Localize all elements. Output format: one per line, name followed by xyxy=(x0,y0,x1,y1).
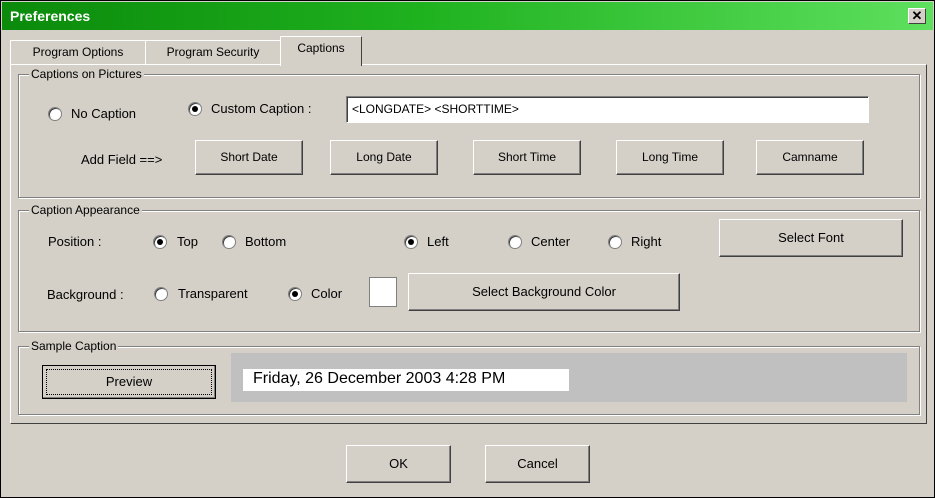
add-field-label: Add Field ==> xyxy=(81,152,163,167)
cancel-button[interactable]: Cancel xyxy=(485,445,590,483)
background-transparent-radio[interactable] xyxy=(154,287,168,301)
group-label-sample-caption: Sample Caption xyxy=(29,339,119,353)
position-bottom-radio[interactable] xyxy=(222,235,236,249)
long-time-button-label: Long Time xyxy=(641,150,699,164)
group-label-caption-appearance: Caption Appearance xyxy=(29,203,142,217)
select-font-button[interactable]: Select Font xyxy=(719,219,903,257)
preferences-dialog: Preferences ✕ Program Options Program Se… xyxy=(0,0,935,498)
align-center-radio[interactable] xyxy=(508,235,522,249)
select-background-color-button[interactable]: Select Background Color xyxy=(408,273,680,311)
custom-caption-input[interactable]: <LONGDATE> <SHORTTIME> xyxy=(346,96,869,123)
camname-button-label: Camname xyxy=(782,150,838,164)
custom-caption-radio[interactable] xyxy=(188,102,202,116)
tab-program-options[interactable]: Program Options xyxy=(10,40,146,64)
align-right-radio[interactable] xyxy=(608,235,622,249)
short-time-button-label: Short Time xyxy=(497,150,557,164)
align-left-label: Left xyxy=(427,234,449,249)
sample-caption-box: Friday, 26 December 2003 4:28 PM xyxy=(243,369,569,391)
align-right-label: Right xyxy=(631,234,662,249)
preview-button[interactable]: Preview xyxy=(42,365,216,399)
tab-label: Captions xyxy=(297,41,345,55)
align-left-radio[interactable] xyxy=(404,235,418,249)
background-color-swatch[interactable] xyxy=(369,277,397,307)
ok-button-label: OK xyxy=(389,456,408,471)
cancel-button-label: Cancel xyxy=(517,456,558,471)
close-button[interactable]: ✕ xyxy=(908,8,926,24)
no-caption-label: No Caption xyxy=(71,106,137,121)
position-bottom-label: Bottom xyxy=(245,234,287,249)
short-date-button[interactable]: Short Date xyxy=(195,140,303,175)
align-center-label: Center xyxy=(531,234,571,249)
short-date-button-label: Short Date xyxy=(220,150,278,164)
select-font-button-label: Select Font xyxy=(778,230,844,245)
long-date-button-label: Long Date xyxy=(356,150,412,164)
title-bar[interactable]: Preferences ✕ xyxy=(2,2,933,30)
preview-button-label: Preview xyxy=(105,374,153,389)
tab-label: Program Options xyxy=(32,45,124,59)
background-color-label: Color xyxy=(311,286,343,301)
position-top-label: Top xyxy=(177,234,198,249)
ok-button[interactable]: OK xyxy=(346,445,451,483)
captions-on-pictures-group xyxy=(18,74,920,198)
captions-tab-panel: Captions on Pictures No Caption Custom C… xyxy=(10,64,927,424)
short-time-button[interactable]: Short Time xyxy=(473,140,581,175)
close-icon: ✕ xyxy=(911,8,923,23)
tab-program-security[interactable]: Program Security xyxy=(145,40,281,64)
sample-caption-text: Friday, 26 December 2003 4:28 PM xyxy=(253,370,506,387)
tab-captions[interactable]: Captions xyxy=(280,36,362,66)
position-label: Position : xyxy=(48,234,102,249)
custom-caption-value: <LONGDATE> <SHORTTIME> xyxy=(352,102,519,116)
window-title: Preferences xyxy=(10,8,91,24)
background-transparent-label: Transparent xyxy=(178,286,248,301)
camname-button[interactable]: Camname xyxy=(756,140,864,175)
tab-label: Program Security xyxy=(166,45,260,59)
background-color-radio[interactable] xyxy=(288,287,302,301)
sample-caption-preview-area: Friday, 26 December 2003 4:28 PM xyxy=(231,353,907,402)
long-time-button[interactable]: Long Time xyxy=(616,140,724,175)
no-caption-radio[interactable] xyxy=(48,107,62,121)
custom-caption-label: Custom Caption : xyxy=(211,101,312,116)
select-background-color-button-label: Select Background Color xyxy=(472,284,616,299)
group-label-captions-on-pictures: Captions on Pictures xyxy=(29,67,144,81)
background-label: Background : xyxy=(47,287,124,302)
position-top-radio[interactable] xyxy=(153,235,167,249)
long-date-button[interactable]: Long Date xyxy=(330,140,438,175)
